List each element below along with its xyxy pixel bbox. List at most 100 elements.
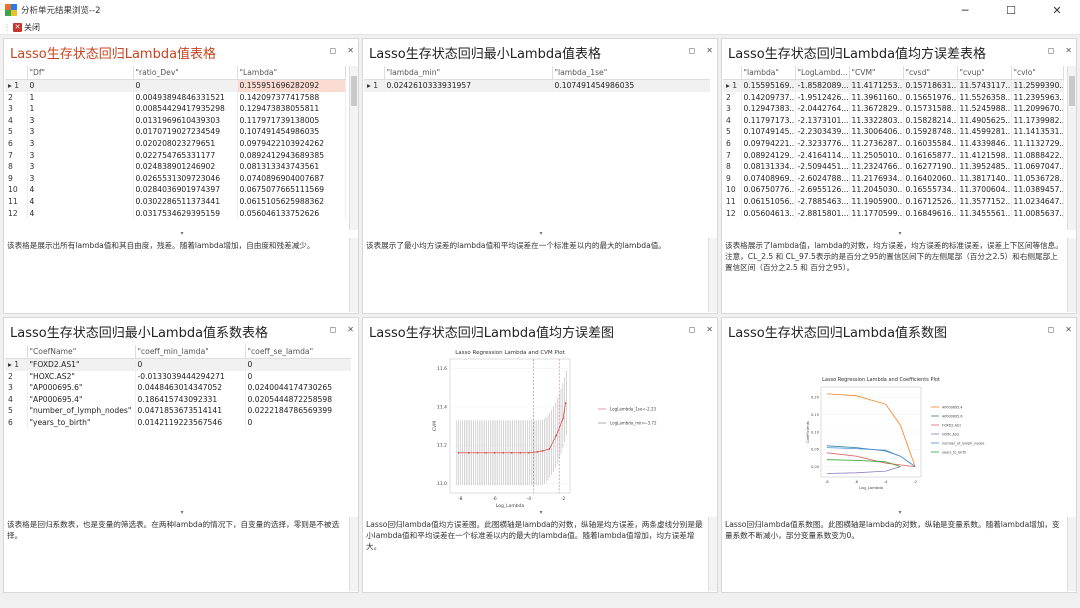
data-grid[interactable]: "lambda" "LogLambd... "CVM" "cvsd" "cvup" "cv… bbox=[723, 66, 1069, 230]
table-cell[interactable]: -2.4164114... bbox=[795, 149, 850, 162]
column-header[interactable]: "ratio_Dev" bbox=[133, 66, 238, 80]
table-cell[interactable]: 11.0234647... bbox=[1011, 195, 1064, 208]
table-cell[interactable]: 0.0142119223567546 bbox=[135, 416, 246, 429]
row-header[interactable]: 10 bbox=[723, 184, 742, 196]
close-menu-item[interactable]: ✕ 关闭 bbox=[13, 22, 40, 33]
table-cell[interactable]: 11.4599281... bbox=[957, 126, 1012, 138]
table-cell[interactable]: 11.4339846... bbox=[957, 137, 1012, 150]
table-cell[interactable]: 0.16555734... bbox=[903, 184, 958, 196]
table-cell[interactable]: 11.3952485... bbox=[957, 161, 1012, 173]
description-text[interactable]: 该表格展示了lambda值，lambda的对数，均方误差，均方误差的标准误差，误… bbox=[723, 238, 1067, 312]
table-row[interactable]: 10 0.06750776... -2.6955126... 11.2045030..… bbox=[723, 184, 1064, 196]
row-header[interactable]: 12 bbox=[723, 207, 742, 220]
table-cell[interactable]: 0.0240044174730265 bbox=[245, 382, 351, 394]
table-cell[interactable]: 0.16402060... bbox=[903, 172, 958, 185]
table-cell[interactable]: 0.081313343743561 bbox=[237, 161, 346, 173]
table-cell[interactable]: 0.0615105625988362 bbox=[237, 195, 346, 208]
close-icon[interactable]: ✕ bbox=[347, 46, 354, 55]
table-cell[interactable]: -2.7885463... bbox=[795, 195, 850, 208]
table-row[interactable]: 6 "years_to_birth" 0.0142119223567546 0 bbox=[5, 416, 351, 429]
splitter-handle[interactable]: ▾ bbox=[722, 231, 1076, 237]
table-cell[interactable]: 0.117971739138005 bbox=[237, 114, 346, 127]
table-cell[interactable]: 0.11797173... bbox=[741, 114, 796, 127]
scrollbar[interactable] bbox=[349, 66, 358, 230]
table-row[interactable]: ▸ 1 0 0 0.155951696282092 bbox=[5, 79, 346, 92]
table-cell[interactable]: 11.3455561... bbox=[957, 207, 1012, 220]
table-cell[interactable]: 11.2176934... bbox=[849, 172, 904, 185]
table-cell[interactable]: 0.06151056... bbox=[741, 195, 796, 208]
row-header[interactable]: 4 bbox=[5, 114, 28, 127]
table-cell[interactable]: 11.1905900... bbox=[849, 195, 904, 208]
table-cell[interactable]: 0.16849616... bbox=[903, 207, 958, 220]
table-cell[interactable]: 0.16712526... bbox=[903, 195, 958, 208]
row-header[interactable]: 10 bbox=[5, 184, 28, 196]
table-row[interactable]: 3 1 0.00854429417935298 0.129473838055811 bbox=[5, 103, 346, 115]
table-row[interactable]: 5 0.10749145... -2.2303439... 11.3006406...… bbox=[723, 126, 1064, 138]
table-cell[interactable]: 0.16165877... bbox=[903, 149, 958, 162]
maximize-button[interactable]: ☐ bbox=[988, 0, 1034, 20]
table-cell[interactable]: 11.3672829... bbox=[849, 103, 904, 115]
table-cell[interactable]: 11.4171253... bbox=[849, 79, 904, 92]
close-icon[interactable]: ✕ bbox=[706, 46, 713, 55]
table-cell[interactable]: 11.4905625... bbox=[957, 114, 1012, 127]
table-cell[interactable]: -2.0442764... bbox=[795, 103, 850, 115]
table-cell[interactable]: 11.1132729... bbox=[1011, 137, 1064, 150]
data-grid[interactable]: "CoefName" "coeff_min_lamda" "coeff_se_lam… bbox=[5, 345, 351, 509]
table-cell[interactable]: 0.06750776... bbox=[741, 184, 796, 196]
table-cell[interactable]: "number_of_lymph_nodes" bbox=[27, 405, 136, 417]
table-cell[interactable]: 11.2599390... bbox=[1011, 79, 1064, 92]
row-header[interactable]: 2 bbox=[5, 91, 28, 104]
row-header[interactable]: 4 bbox=[5, 393, 28, 406]
table-cell[interactable]: 0.09794221... bbox=[741, 137, 796, 150]
table-cell[interactable]: "AP000695.4" bbox=[27, 393, 136, 406]
row-header[interactable]: 4 bbox=[723, 114, 742, 127]
splitter-handle[interactable]: ▾ bbox=[363, 510, 717, 516]
table-row[interactable]: 10 4 0.0284036901974397 0.0675077665111569 bbox=[5, 184, 346, 196]
column-header[interactable]: "lambda" bbox=[741, 66, 796, 80]
table-cell[interactable]: -2.6955126... bbox=[795, 184, 850, 196]
table-row[interactable]: 2 1 0.00493894846331521 0.142097377417588 bbox=[5, 91, 346, 104]
close-window-button[interactable]: ✕ bbox=[1034, 0, 1080, 20]
table-cell[interactable]: 0.0302286511373441 bbox=[133, 195, 238, 208]
table-cell[interactable]: 0.186415743092331 bbox=[135, 393, 246, 406]
row-header[interactable]: 11 bbox=[5, 195, 28, 208]
table-row[interactable]: 7 3 0.022754765331177 0.0892412943689385 bbox=[5, 149, 346, 162]
data-grid[interactable]: "Df" "ratio_Dev" "Lambda" ▸ 1 0 0 0.1559516962… bbox=[5, 66, 351, 230]
table-cell[interactable]: 11.5743117... bbox=[957, 79, 1012, 92]
table-row[interactable]: 11 4 0.0302286511373441 0.0615105625988362 bbox=[5, 195, 346, 208]
table-cell[interactable]: 11.2099670... bbox=[1011, 103, 1064, 115]
table-cell[interactable]: 11.0697047... bbox=[1011, 161, 1064, 173]
table-cell[interactable]: 0.15718631... bbox=[903, 79, 958, 92]
table-row[interactable]: 2 0.14209737... -1.9512426... 11.3961160...… bbox=[723, 91, 1064, 104]
table-cell[interactable]: 11.5526358... bbox=[957, 91, 1012, 104]
row-header[interactable]: 3 bbox=[723, 103, 742, 115]
splitter-handle[interactable]: ▾ bbox=[722, 510, 1076, 516]
table-cell[interactable]: 3 bbox=[27, 126, 134, 138]
row-header[interactable]: 6 bbox=[5, 416, 28, 429]
row-header[interactable]: 6 bbox=[5, 137, 28, 150]
table-cell[interactable]: 11.2395963... bbox=[1011, 91, 1064, 104]
table-cell[interactable]: 0.15651976... bbox=[903, 91, 958, 104]
table-cell[interactable]: 11.0536728... bbox=[1011, 172, 1064, 185]
table-cell[interactable]: 0.0471853673514141 bbox=[135, 405, 246, 417]
table-cell[interactable]: 0.15595169... bbox=[741, 79, 796, 92]
table-cell[interactable]: -2.8815801... bbox=[795, 207, 850, 220]
close-icon[interactable]: ✕ bbox=[1065, 325, 1072, 334]
table-row[interactable]: ▸ 1 0.15595169... -1.8582089... 11.4171253.… bbox=[723, 79, 1064, 92]
table-cell[interactable]: 0 bbox=[133, 79, 238, 92]
description-text[interactable]: 该表展示了最小均方误差的lambda值和平均误差在一个标准差以内的最大的lamb… bbox=[364, 238, 708, 312]
table-cell[interactable]: 11.1413531... bbox=[1011, 126, 1064, 138]
description-scrollbar[interactable] bbox=[1067, 517, 1076, 591]
table-row[interactable]: ▸ 1 0.0242610333931957 0.107491454986035 bbox=[364, 79, 710, 92]
table-cell[interactable]: 0.024838901246902 bbox=[133, 161, 238, 173]
table-cell[interactable]: "FOXD2.AS1" bbox=[27, 358, 136, 371]
table-cell[interactable]: 0 bbox=[245, 370, 351, 383]
table-cell[interactable]: 11.3322803... bbox=[849, 114, 904, 127]
table-cell[interactable]: "AP000695.6" bbox=[27, 382, 136, 394]
row-header[interactable]: 9 bbox=[5, 172, 28, 185]
table-row[interactable]: ▸ 1 "FOXD2.AS1" 0 0 bbox=[5, 358, 351, 371]
table-cell[interactable]: 1 bbox=[27, 91, 134, 104]
row-header[interactable]: 7 bbox=[5, 149, 28, 162]
table-cell[interactable]: 0.08924129... bbox=[741, 149, 796, 162]
description-scrollbar[interactable] bbox=[708, 238, 717, 312]
